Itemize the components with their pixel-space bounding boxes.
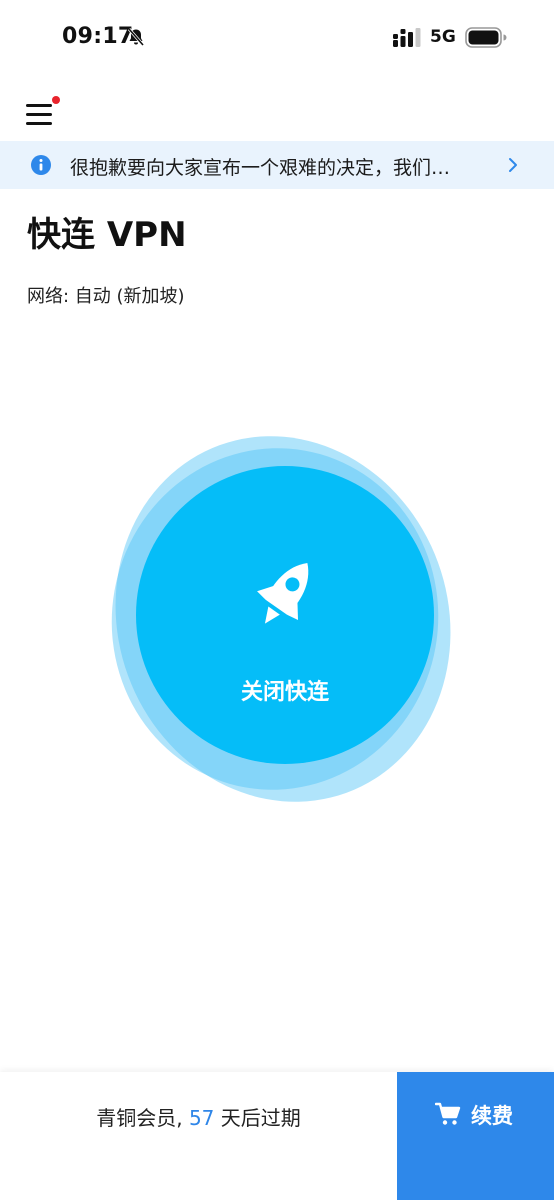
menu-bar <box>26 122 52 125</box>
days-remaining: 57 <box>188 1106 215 1130</box>
battery-icon <box>465 27 507 48</box>
app-screen: 09:17 5G 很抱歉要向大家宣布一个艰难的决定，我们… 快连 VPN 网络:… <box>0 0 554 1200</box>
network-type: 5G <box>430 27 456 47</box>
renew-label: 续费 <box>471 1104 513 1128</box>
connect-label: 关闭快连 <box>240 680 329 705</box>
notice-text: 很抱歉要向大家宣布一个艰难的决定，我们… <box>70 157 451 179</box>
cellular-signal-icon <box>393 28 421 47</box>
footer-bar: 青铜会员, 57 天后过期 续费 <box>0 1072 554 1200</box>
status-bar: 09:17 5G <box>0 0 554 76</box>
connect-area: 关闭快连 <box>64 388 502 850</box>
membership-prefix: 青铜会员, <box>96 1106 189 1130</box>
info-icon <box>31 155 51 175</box>
page-title: 快连 VPN <box>27 215 187 255</box>
cart-icon <box>434 1102 461 1126</box>
rocket-icon <box>240 550 330 640</box>
chevron-right-icon <box>507 157 519 173</box>
membership-status: 青铜会员, 57 天后过期 <box>0 1102 397 1131</box>
menu-bar <box>26 113 52 116</box>
membership-suffix: 天后过期 <box>214 1106 301 1130</box>
status-time: 09:17 <box>62 24 134 49</box>
bell-muted-icon <box>126 27 146 47</box>
network-selector[interactable]: 网络: 自动 (新加坡) <box>27 282 185 308</box>
notification-dot <box>52 96 60 104</box>
menu-bar <box>26 104 52 107</box>
connect-toggle-button[interactable]: 关闭快连 <box>136 466 434 764</box>
hamburger-menu-icon[interactable] <box>22 96 60 130</box>
notice-banner[interactable]: 很抱歉要向大家宣布一个艰难的决定，我们… <box>0 141 554 189</box>
renew-button[interactable]: 续费 <box>397 1072 554 1200</box>
